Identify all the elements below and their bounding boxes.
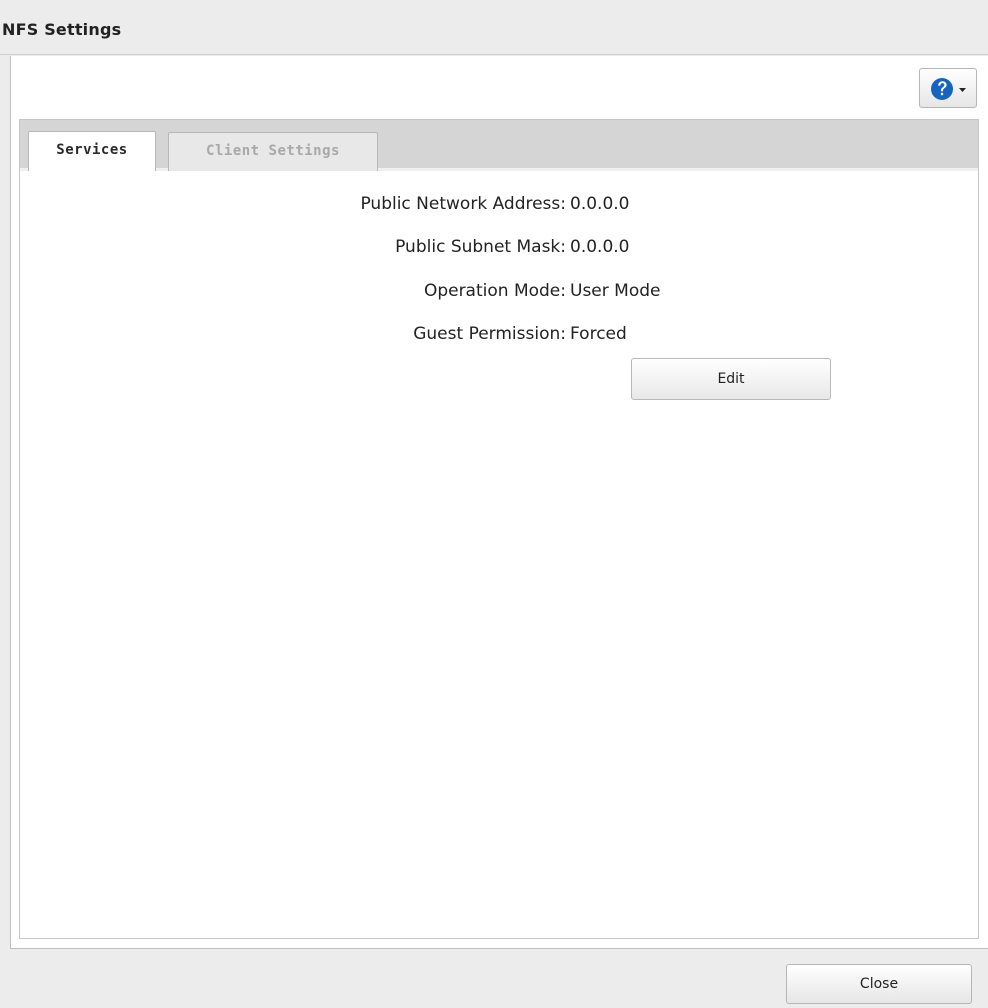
guest-permission-value: Forced <box>570 324 627 344</box>
services-content: Public Network Address: 0.0.0.0 Public S… <box>20 171 978 938</box>
tab-container: Services Client Settings Public Network … <box>19 119 979 939</box>
edit-button[interactable]: Edit <box>631 358 831 400</box>
tab-services[interactable]: Services <box>28 131 156 172</box>
help-question-icon <box>931 78 966 100</box>
operation-mode-label: Operation Mode: <box>423 281 566 301</box>
public-network-address-row: Public Network Address: 0.0.0.0 <box>20 194 978 220</box>
public-network-address-value: 0.0.0.0 <box>570 194 630 214</box>
tab-client-settings[interactable]: Client Settings <box>168 132 378 172</box>
guest-permission-row: Guest Permission: Forced <box>20 324 978 350</box>
settings-panel: Services Client Settings Public Network … <box>10 56 988 949</box>
operation-mode-row: Operation Mode: User Mode <box>20 281 978 307</box>
guest-permission-label: Guest Permission: <box>413 324 566 344</box>
title-bar: NFS Settings <box>0 0 988 55</box>
public-subnet-mask-value: 0.0.0.0 <box>570 237 630 257</box>
public-subnet-mask-row: Public Subnet Mask: 0.0.0.0 <box>20 237 978 263</box>
public-network-address-label: Public Network Address: <box>360 194 566 214</box>
public-subnet-mask-label: Public Subnet Mask: <box>395 237 566 257</box>
title-divider <box>0 54 988 55</box>
close-button[interactable]: Close <box>786 964 972 1004</box>
tab-bar: Services Client Settings <box>20 120 978 172</box>
chevron-down-icon <box>959 88 966 92</box>
help-menu-button[interactable] <box>919 68 977 108</box>
window-title: NFS Settings <box>2 20 122 39</box>
operation-mode-value: User Mode <box>570 281 661 301</box>
